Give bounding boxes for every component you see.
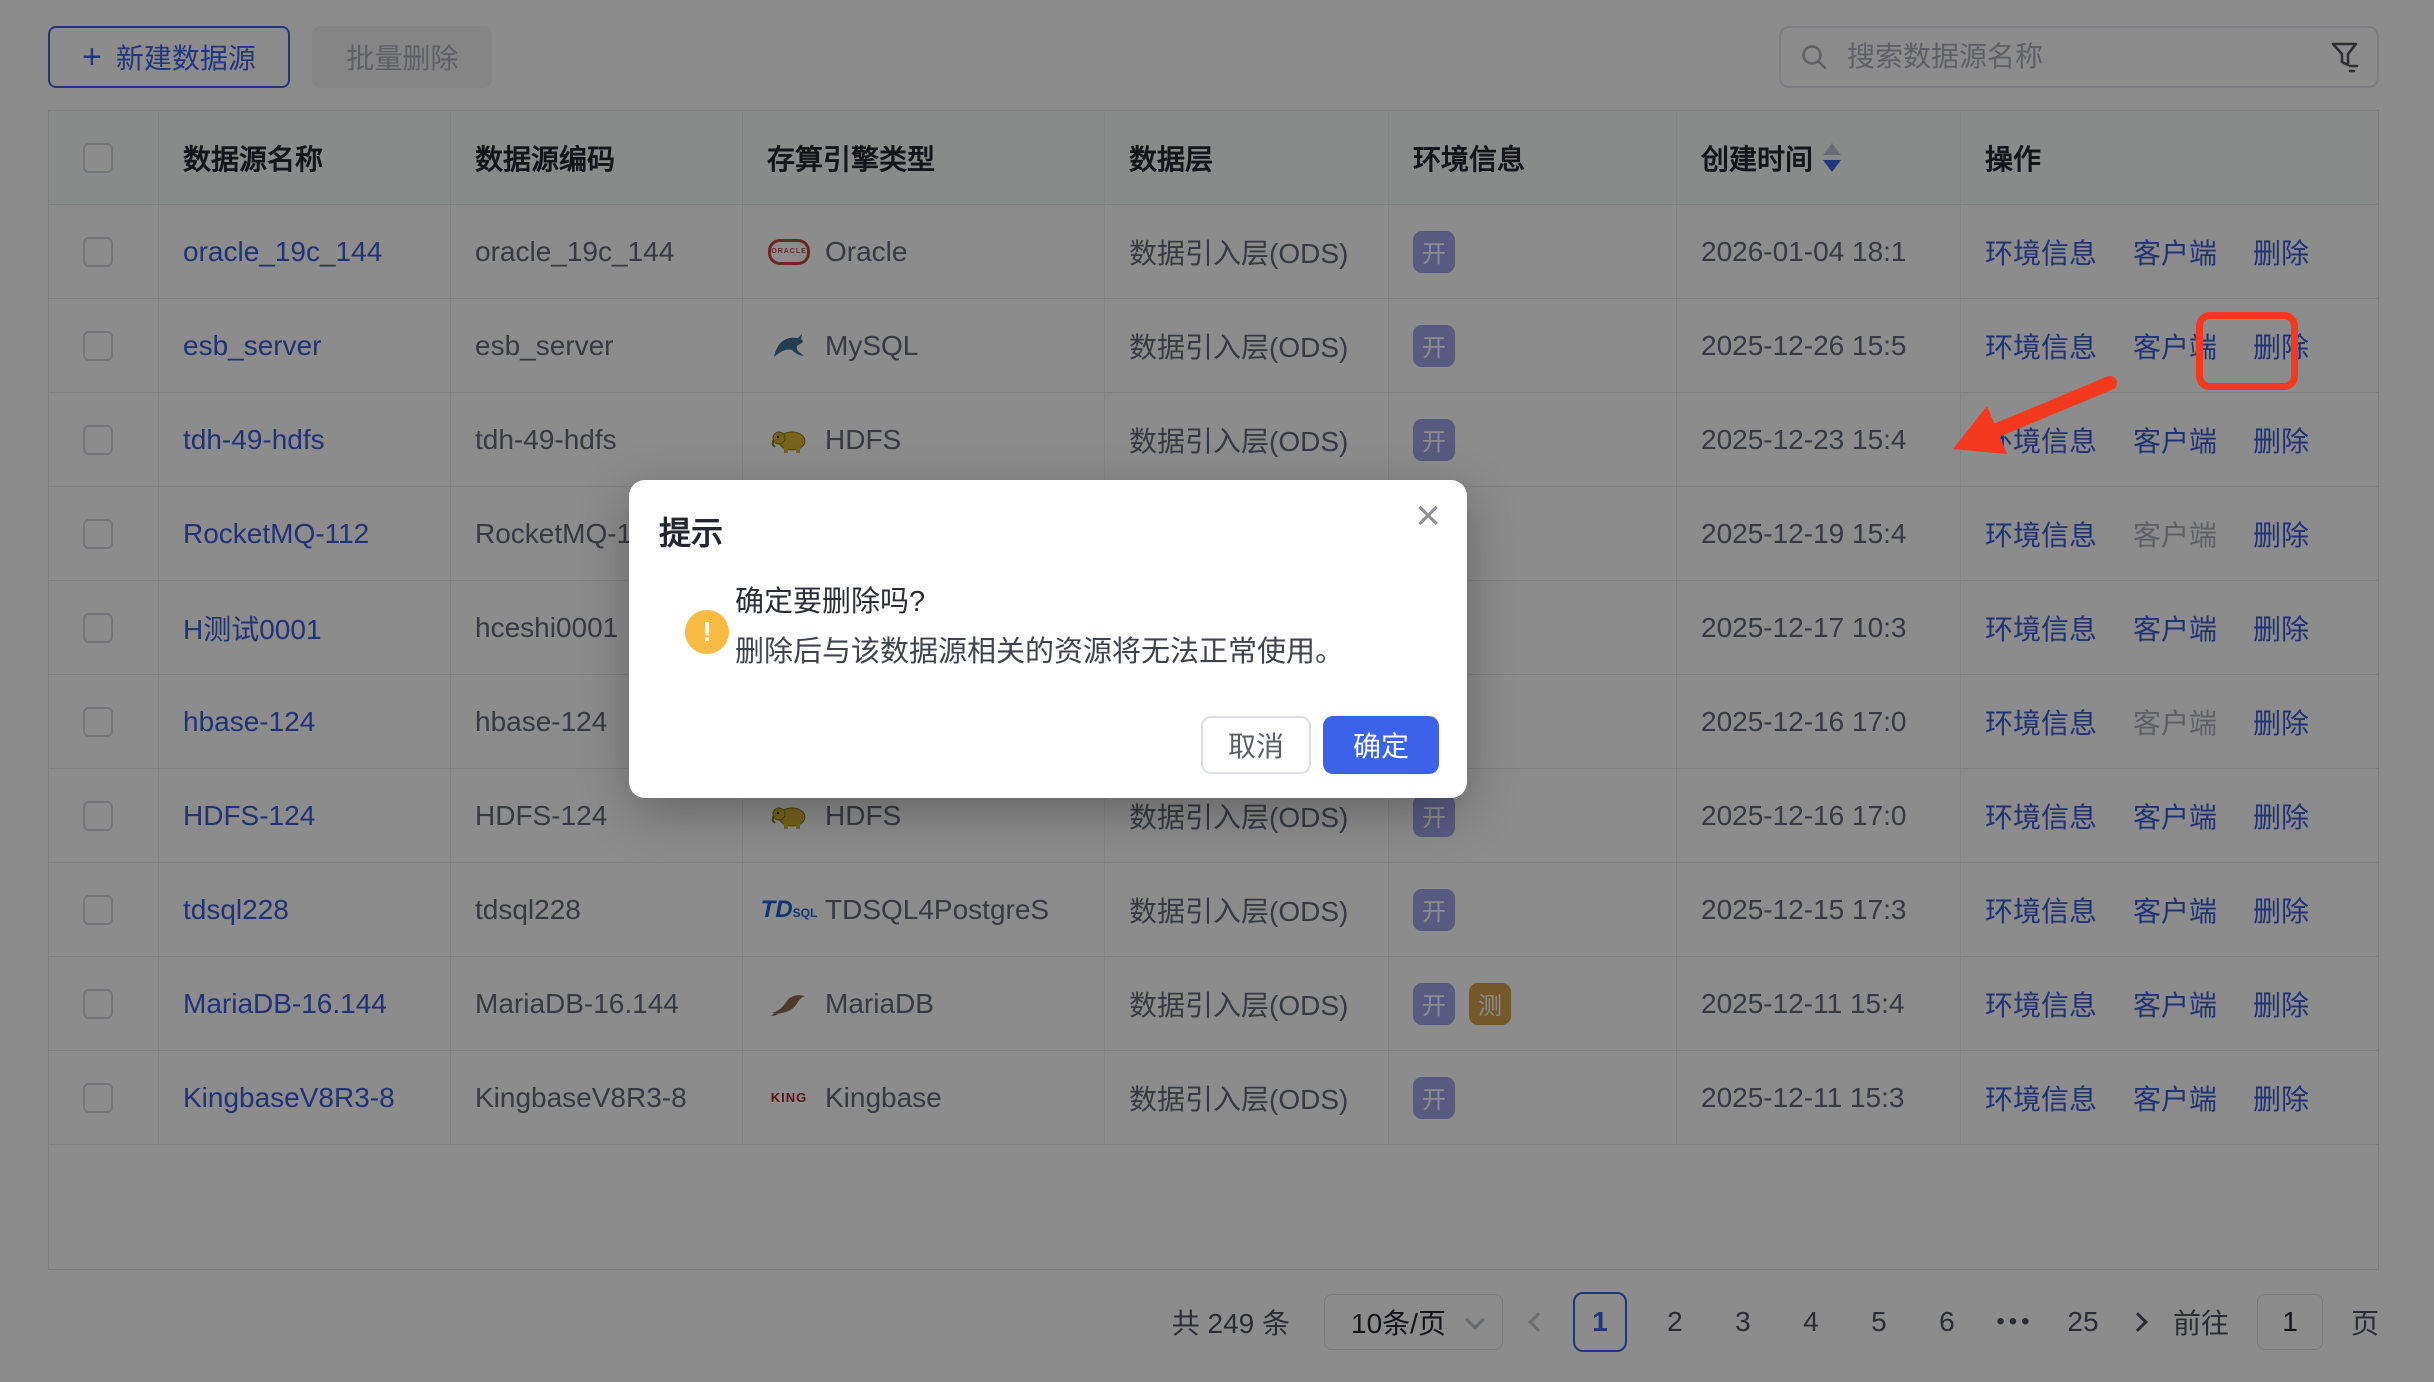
cancel-button[interactable]: 取消 <box>1201 716 1311 774</box>
confirm-button[interactable]: 确定 <box>1323 716 1439 774</box>
dialog-description: 删除后与该数据源相关的资源将无法正常使用。 <box>735 636 1345 668</box>
annotation-highlight-box <box>2196 312 2298 390</box>
annotation-arrow <box>1953 376 2117 454</box>
close-icon[interactable]: × <box>1415 494 1441 538</box>
delete-confirm-dialog: 提示 × ! 确定要删除吗? 删除后与该数据源相关的资源将无法正常使用。 取消 … <box>629 480 1467 798</box>
warning-icon: ! <box>685 610 729 654</box>
dialog-title: 提示 <box>659 515 724 551</box>
dialog-question: 确定要删除吗? <box>735 586 926 618</box>
